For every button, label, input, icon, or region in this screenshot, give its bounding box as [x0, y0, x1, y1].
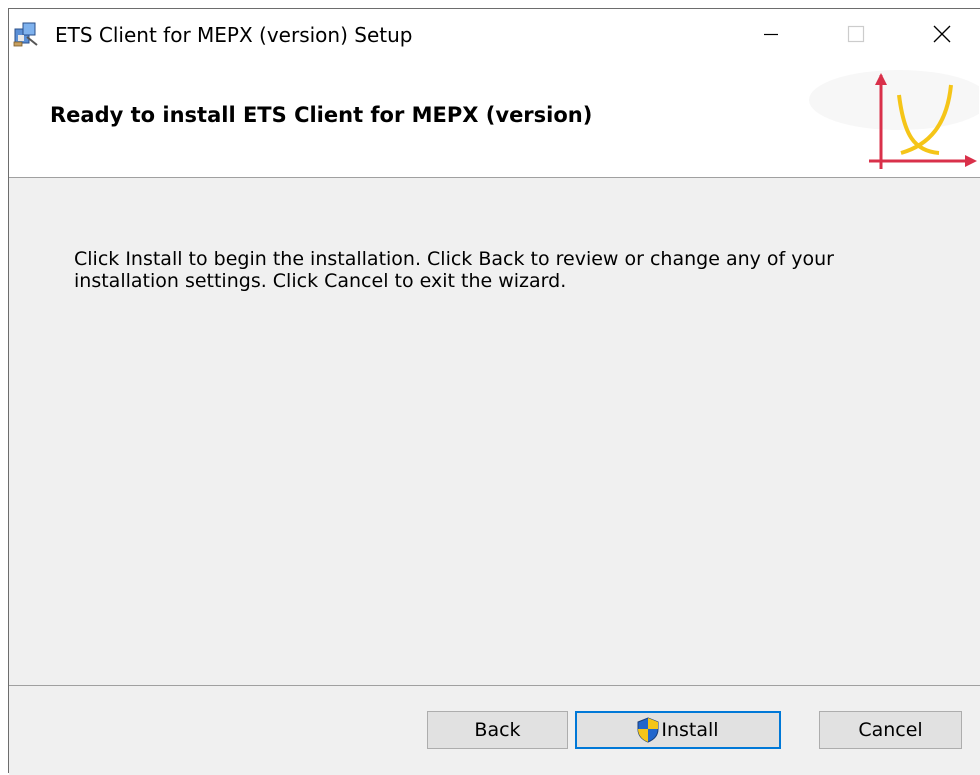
- close-button[interactable]: [907, 9, 977, 59]
- instruction-text: Click Install to begin the installation.…: [74, 248, 834, 292]
- title-bar[interactable]: ETS Client for MEPX (version) Setup: [9, 9, 980, 59]
- install-button[interactable]: Install: [575, 711, 781, 749]
- setup-window: ETS Client for MEPX (version) Setup Read…: [8, 8, 980, 775]
- close-icon: [933, 25, 951, 43]
- installer-app-icon: [13, 22, 38, 47]
- header-banner: Ready to install ETS Client for MEPX (ve…: [9, 59, 980, 178]
- page-title: Ready to install ETS Client for MEPX (ve…: [50, 103, 593, 127]
- cancel-button[interactable]: Cancel: [819, 711, 962, 749]
- minimize-icon: [764, 33, 778, 36]
- install-button-label: Install: [661, 719, 719, 741]
- content-panel: Click Install to begin the installation.…: [9, 178, 980, 685]
- chart-logo-icon: [809, 70, 979, 169]
- back-button-label: Back: [474, 719, 521, 741]
- maximize-icon: [847, 25, 865, 43]
- uac-shield-icon: [637, 717, 659, 743]
- cancel-button-label: Cancel: [858, 719, 923, 741]
- minimize-button[interactable]: [736, 9, 806, 59]
- back-button[interactable]: Back: [427, 711, 568, 749]
- button-bar: Back Install Cancel: [9, 685, 980, 775]
- maximize-button[interactable]: [821, 9, 891, 59]
- window-title: ETS Client for MEPX (version) Setup: [55, 23, 413, 47]
